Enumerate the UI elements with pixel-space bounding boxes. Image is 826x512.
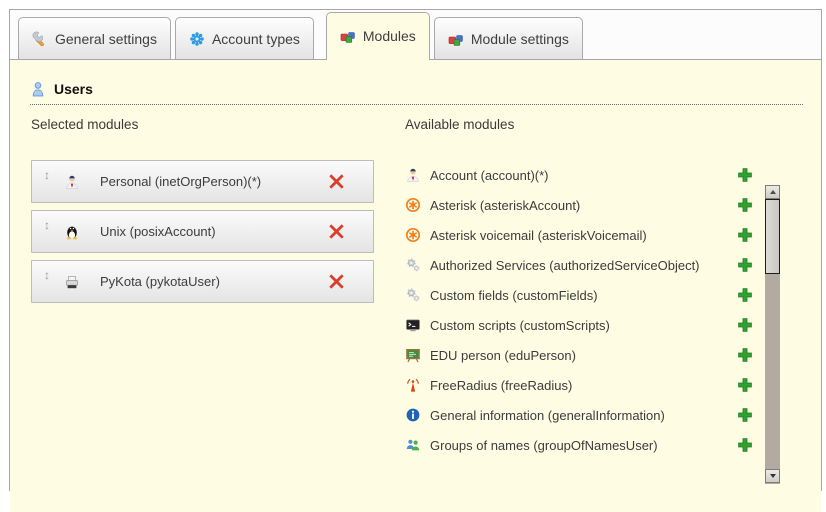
modules-panel: Users Selected modules ↕ Personal (inetOr… xyxy=(10,81,821,512)
available-module-row: FreeRadius (freeRadius) xyxy=(405,370,753,400)
available-modules-list: Account (account)(*) Asterisk (asteriskAc… xyxy=(405,160,753,460)
tab-label: Module settings xyxy=(471,31,569,47)
available-module-row: Asterisk voicemail (asteriskVoicemail) xyxy=(405,220,753,250)
add-icon[interactable] xyxy=(737,167,753,183)
add-icon[interactable] xyxy=(737,227,753,243)
tab-label: General settings xyxy=(55,31,157,47)
tab-bar: General settings Account types Modules M… xyxy=(10,10,821,60)
tab-general-settings[interactable]: General settings xyxy=(18,17,171,59)
available-modules-scrollbar[interactable] xyxy=(765,185,780,484)
module-label: Authorized Services (authorizedServiceOb… xyxy=(430,258,700,273)
gear-icon xyxy=(189,31,205,47)
add-icon[interactable] xyxy=(737,287,753,303)
add-icon[interactable] xyxy=(737,317,753,333)
blocks-icon xyxy=(340,28,356,44)
module-label: Account (account)(*) xyxy=(430,168,549,183)
module-label: Unix (posixAccount) xyxy=(100,224,216,239)
scrollbar-thumb[interactable] xyxy=(765,199,780,274)
printer-icon xyxy=(64,274,80,290)
module-label: Asterisk (asteriskAccount) xyxy=(430,198,580,213)
settings-window: General settings Account types Modules M… xyxy=(9,9,822,491)
tab-label: Modules xyxy=(363,28,416,44)
available-module-row: Asterisk (asteriskAccount) xyxy=(405,190,753,220)
selected-modules-heading: Selected modules xyxy=(31,117,374,132)
module-label: General information (generalInformation) xyxy=(430,408,665,423)
scrollbar-down-button[interactable] xyxy=(765,469,780,483)
module-label: FreeRadius (freeRadius) xyxy=(430,378,572,393)
info-icon xyxy=(405,407,421,423)
terminal-icon xyxy=(405,317,421,333)
add-icon[interactable] xyxy=(737,347,753,363)
available-module-row: Groups of names (groupOfNamesUser) xyxy=(405,430,753,460)
add-icon[interactable] xyxy=(737,257,753,273)
section-title: Users xyxy=(54,81,93,97)
module-label: EDU person (eduPerson) xyxy=(430,348,576,363)
selected-module-row[interactable]: ↕ Unix (posixAccount) xyxy=(31,210,374,253)
add-icon[interactable] xyxy=(737,437,753,453)
drag-handle-icon[interactable]: ↕ xyxy=(44,219,58,231)
tux-icon xyxy=(64,224,80,240)
drag-handle-icon[interactable]: ↕ xyxy=(44,169,58,181)
user-icon xyxy=(30,81,46,97)
person-icon xyxy=(405,167,421,183)
add-icon[interactable] xyxy=(737,407,753,423)
wrench-icon xyxy=(32,31,48,47)
add-icon[interactable] xyxy=(737,377,753,393)
available-module-row: Authorized Services (authorizedServiceOb… xyxy=(405,250,753,280)
blackboard-icon xyxy=(405,347,421,363)
gears-icon xyxy=(405,257,421,273)
selected-modules-list: ↕ Personal (inetOrgPerson)(*) ↕ Unix (posix… xyxy=(31,160,374,303)
module-label: Personal (inetOrgPerson)(*) xyxy=(100,174,261,189)
scrollbar-up-button[interactable] xyxy=(765,185,780,199)
delete-icon[interactable] xyxy=(328,173,345,190)
module-label: Groups of names (groupOfNamesUser) xyxy=(430,438,658,453)
available-module-row: General information (generalInformation) xyxy=(405,400,753,430)
module-label: Custom fields (customFields) xyxy=(430,288,598,303)
asterisk-icon xyxy=(405,197,421,213)
available-module-row: EDU person (eduPerson) xyxy=(405,340,753,370)
module-label: Asterisk voicemail (asteriskVoicemail) xyxy=(430,228,647,243)
available-modules-heading: Available modules xyxy=(405,117,753,132)
gears-icon xyxy=(405,287,421,303)
group-icon xyxy=(405,437,421,453)
available-module-row: Custom scripts (customScripts) xyxy=(405,310,753,340)
blocks-icon xyxy=(448,31,464,47)
delete-icon[interactable] xyxy=(328,273,345,290)
selected-modules-column: Selected modules ↕ Personal (inetOrgPerso… xyxy=(31,117,374,460)
module-label: Custom scripts (customScripts) xyxy=(430,318,610,333)
tab-module-settings[interactable]: Module settings xyxy=(434,17,583,59)
antenna-icon xyxy=(405,377,421,393)
tab-modules[interactable]: Modules xyxy=(326,12,430,60)
module-label: PyKota (pykotaUser) xyxy=(100,274,220,289)
tab-label: Account types xyxy=(212,31,300,47)
available-modules-column: Available modules Account (account)(*) As… xyxy=(405,117,753,460)
tab-account-types[interactable]: Account types xyxy=(175,17,314,59)
delete-icon[interactable] xyxy=(328,223,345,240)
person-icon xyxy=(64,174,80,190)
section-heading-users: Users xyxy=(30,81,803,105)
add-icon[interactable] xyxy=(737,197,753,213)
available-module-row: Custom fields (customFields) xyxy=(405,280,753,310)
scrollbar-track[interactable] xyxy=(765,274,780,469)
selected-module-row[interactable]: ↕ PyKota (pykotaUser) xyxy=(31,260,374,303)
available-module-row: Account (account)(*) xyxy=(405,160,753,190)
drag-handle-icon[interactable]: ↕ xyxy=(44,269,58,281)
selected-module-row[interactable]: ↕ Personal (inetOrgPerson)(*) xyxy=(31,160,374,203)
asterisk-icon xyxy=(405,227,421,243)
